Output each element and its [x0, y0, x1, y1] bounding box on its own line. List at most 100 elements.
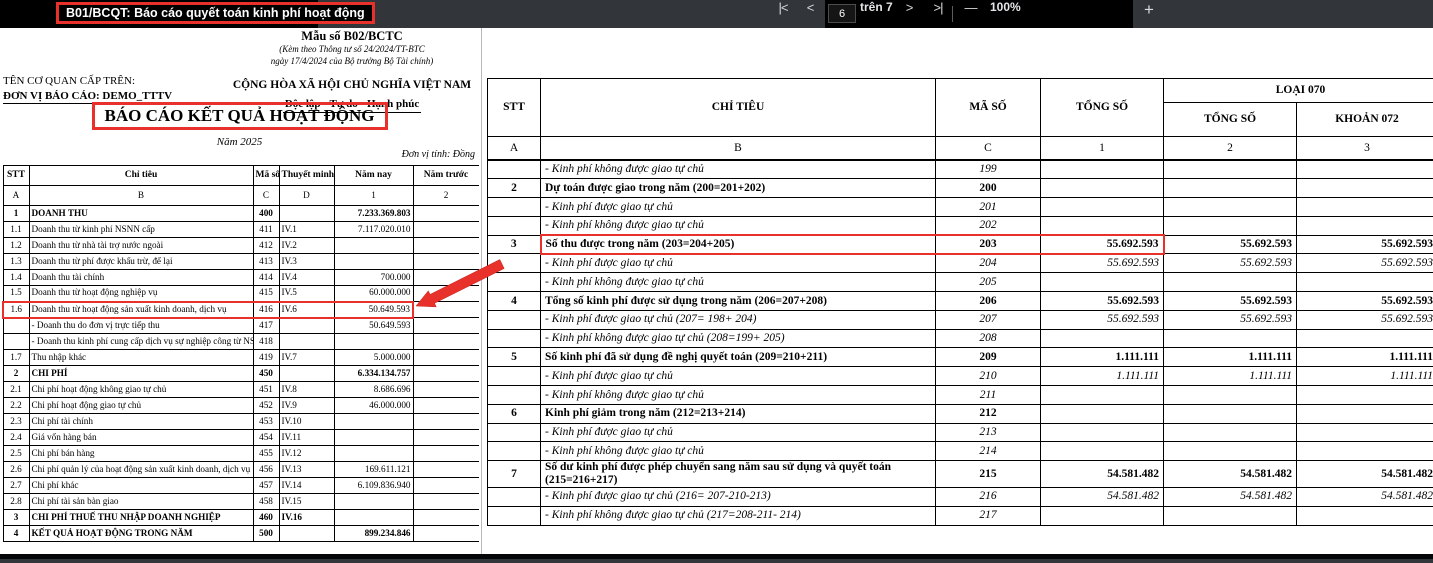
table-cell: 205 — [935, 272, 1041, 293]
table-cell: 8.686.696 — [333, 381, 414, 398]
table-cell: IV.7 — [278, 349, 335, 366]
col-subheader: C — [252, 185, 280, 206]
table-cell: - Kinh phí không được giao tự chủ — [540, 159, 936, 180]
col-header: TỔNG SỐ — [1040, 78, 1164, 137]
table-cell — [1163, 328, 1297, 349]
col-subheader: A — [2, 185, 30, 206]
page-left-report: Mẫu số B02/BCTC (Kèm theo Thông tư số 24… — [0, 28, 479, 554]
table-cell — [412, 221, 479, 238]
table-row: 1 DOANH THU 400 7.233.369.803 — [2, 205, 479, 222]
table-cell: - Kinh phí không được giao tự chủ — [540, 385, 936, 405]
table-row: 1.2 Doanh thu từ nhà tài trợ nước ngoài 41… — [2, 237, 479, 254]
table-cell: IV.2 — [278, 237, 335, 254]
table-cell: 54.581.482 — [1040, 487, 1164, 507]
table-cell — [412, 413, 479, 430]
table-cell: Doanh thu từ hoạt động nghiệp vụ — [28, 285, 254, 302]
last-page-icon[interactable]: >| — [925, 0, 951, 28]
table-cell: 1 — [2, 205, 30, 222]
table-cell — [487, 272, 541, 293]
table-cell — [1296, 403, 1433, 424]
table-cell: 217 — [935, 505, 1041, 526]
table-cell: Chi phí tài chính — [28, 413, 254, 430]
table-cell: 216 — [935, 487, 1041, 507]
motto-line1: CỘNG HÒA XÃ HỘI CHỦ NGHĨA VIỆT NAM — [232, 79, 472, 91]
table-cell: 4 — [2, 525, 30, 542]
table-cell — [412, 477, 479, 494]
table-cell — [278, 365, 335, 382]
table-cell: IV.15 — [278, 493, 335, 510]
table-cell — [412, 429, 479, 446]
table-cell: Doanh thu tài chính — [28, 269, 254, 286]
table-cell — [1296, 215, 1433, 236]
table-cell — [1296, 385, 1433, 405]
agency-label: TÊN CƠ QUAN CẤP TRÊN: — [3, 75, 136, 87]
table-cell: 54.581.482 — [1163, 487, 1297, 507]
table-cell — [2, 317, 30, 334]
table-cell — [1040, 215, 1164, 236]
operations-result-table: STT Chỉ tiêu Mã số Thuyết minh Năm nay N… — [2, 165, 479, 542]
table-cell: 2.1 — [2, 381, 30, 398]
table-cell: 54.581.482 — [1163, 460, 1297, 488]
table-cell — [1296, 505, 1433, 526]
table-cell — [2, 333, 30, 350]
table-cell — [333, 509, 414, 526]
col-subheader: A — [487, 136, 541, 161]
table-cell: 455 — [252, 445, 280, 462]
table-cell: 454 — [252, 429, 280, 446]
table-cell — [412, 365, 479, 382]
col-subheader: B — [28, 185, 254, 206]
table-row: - Kinh phí không được giao tự chủ 211 — [487, 385, 1433, 405]
table-cell: IV.14 — [278, 477, 335, 494]
table-row: 6 Kinh phí giảm trong năm (212=213+214) 21… — [487, 403, 1433, 424]
table-cell: 6 — [487, 403, 541, 424]
table-cell: 2.7 — [2, 477, 30, 494]
table-row: 2 CHI PHÍ 450 6.334.134.757 — [2, 365, 479, 382]
table-row: 1.3 Doanh thu từ phí được khấu trừ, để lạ… — [2, 253, 479, 270]
table-row: 5 Số kinh phí đã sử dụng đề nghị quyết to… — [487, 347, 1433, 368]
table-row: - Kinh phí không được giao tự chủ 202 — [487, 215, 1433, 236]
col-header: KHOẢN 072 — [1296, 102, 1433, 137]
table-cell: - Kinh phí không được giao tự chủ — [540, 441, 936, 462]
page-number-input[interactable] — [828, 4, 856, 23]
table-row: - Doanh thu kinh phí cung cấp dịch vụ sự… — [2, 333, 479, 350]
table-cell: 212 — [935, 403, 1041, 424]
table-cell: IV.11 — [278, 429, 335, 446]
table-cell: 4 — [487, 291, 541, 311]
table-cell: 1.1 — [2, 221, 30, 238]
table-cell: 211 — [935, 385, 1041, 405]
next-page-icon[interactable]: > — [899, 0, 919, 28]
table-cell: IV.16 — [278, 509, 335, 526]
table-cell — [412, 205, 479, 222]
col-subheader: D — [278, 185, 335, 206]
table-cell — [333, 237, 414, 254]
table-row: - Kinh phí không được giao tự chủ 214 — [487, 441, 1433, 462]
table-cell: - Kinh phí không được giao tự chủ (217=2… — [540, 505, 936, 526]
table-row: - Kinh phí không được giao tự chủ 205 — [487, 272, 1433, 293]
table-cell: - Kinh phí được giao tự chủ — [540, 253, 936, 274]
table-cell: Số dư kinh phí được phép chuyển sang năm… — [540, 460, 936, 488]
table-cell: 1.3 — [2, 253, 30, 270]
zoom-out-icon[interactable]: — — [959, 0, 983, 28]
table-row: - Kinh phí không được giao tự chủ (217=2… — [487, 505, 1433, 526]
col-subheader: 3 — [1296, 136, 1433, 161]
table-row: - Kinh phí được giao tự chủ 210 1.111.111 1… — [487, 366, 1433, 387]
prev-page-icon[interactable]: < — [800, 0, 820, 28]
table-cell: 199 — [935, 159, 1041, 180]
table-row: 1.6 Doanh thu từ hoạt động sản xuất kinh … — [2, 300, 479, 319]
col-header: Thuyết minh — [278, 165, 335, 186]
first-page-icon[interactable]: |< — [770, 0, 796, 28]
table-cell: DOANH THU — [28, 205, 254, 222]
table-cell: 55.692.593 — [1296, 234, 1433, 255]
table-cell: 1.4 — [2, 269, 30, 286]
table-cell: - Kinh phí được giao tự chủ — [540, 366, 936, 387]
table-row: 2.4 Giá vốn hàng bán 454 IV.11 — [2, 429, 479, 446]
table-cell — [1040, 178, 1164, 199]
zoom-in-icon[interactable]: + — [1137, 0, 1161, 28]
table-cell — [487, 328, 541, 349]
table-cell — [1296, 441, 1433, 462]
table-cell: 55.692.593 — [1296, 291, 1433, 311]
table-cell: Tổng số kinh phí được sử dụng trong năm … — [540, 291, 936, 311]
table-row: 2.5 Chi phí bán hàng 455 IV.12 — [2, 445, 479, 462]
zoom-level-label: 100% — [990, 0, 1021, 14]
table-cell: - Kinh phí không được giao tự chủ — [540, 215, 936, 236]
